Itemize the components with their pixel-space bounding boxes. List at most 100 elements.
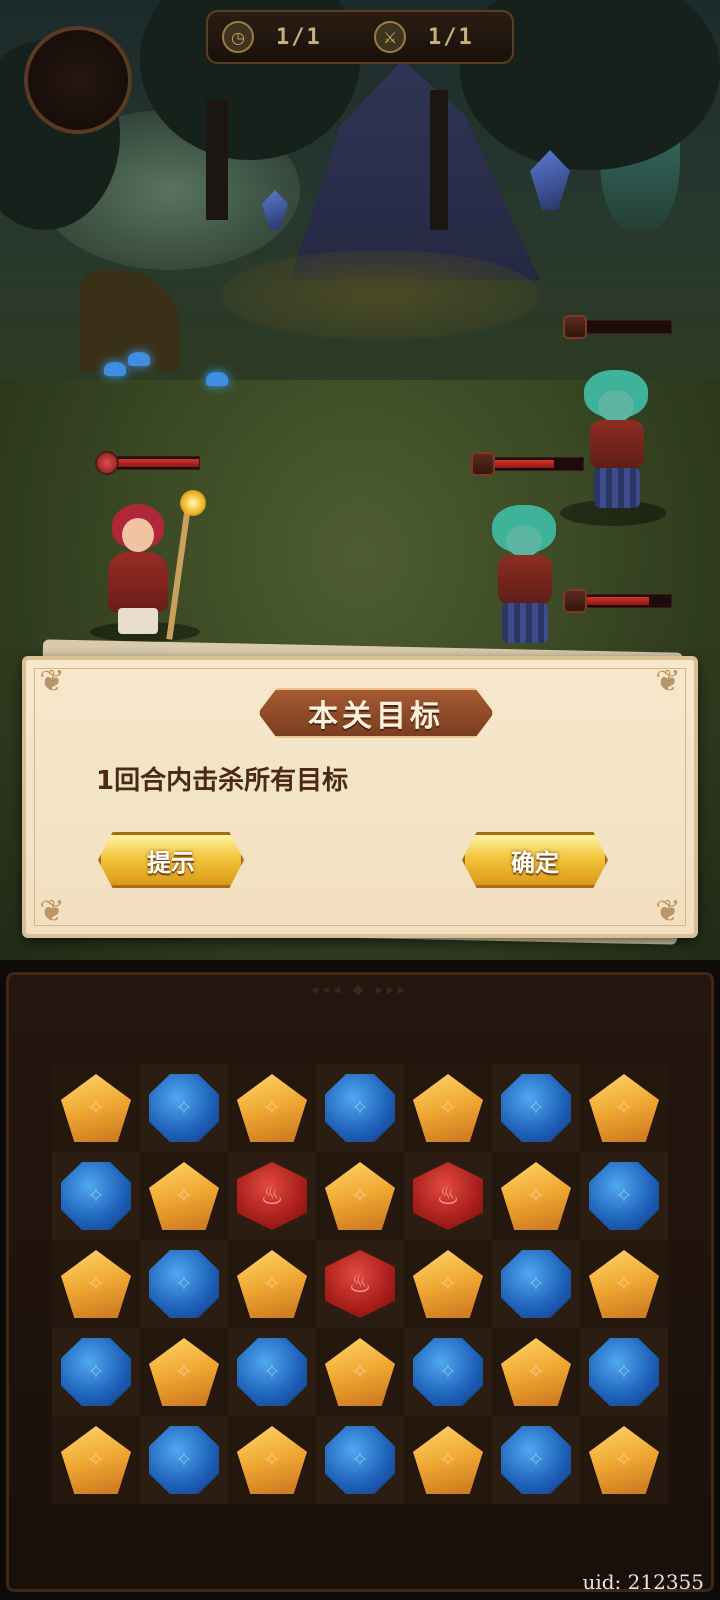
corner-ornament-icon: ❦ [655,664,681,699]
enemy-zombie[interactable] [572,370,662,510]
board-cell[interactable]: ✧ [316,1328,404,1416]
glowing-mushroom [104,362,126,376]
gold-gem[interactable]: ✧ [325,1162,395,1230]
board-cell[interactable]: ✧ [140,1416,228,1504]
board-cell[interactable]: ✧ [404,1064,492,1152]
board-cell[interactable]: ✧ [492,1416,580,1504]
crack-icon: ✧ [438,1359,458,1385]
blue-gem[interactable]: ✧ [325,1426,395,1494]
board-cell[interactable]: ✧ [52,1328,140,1416]
board-cell[interactable]: ✧ [52,1064,140,1152]
hero-hp-bar [95,451,200,475]
blue-gem[interactable]: ✧ [589,1162,659,1230]
gold-gem[interactable]: ✧ [589,1074,659,1142]
blue-gem[interactable]: ✧ [501,1250,571,1318]
enemy-hp-bar [471,452,584,476]
gold-gem[interactable]: ✧ [61,1426,131,1494]
board-cell[interactable]: ✧ [52,1240,140,1328]
board-cell[interactable]: ✧ [228,1064,316,1152]
corner-ornament-icon: ❦ [39,664,65,699]
board-cell[interactable]: ✧ [492,1152,580,1240]
gold-gem[interactable]: ✧ [237,1250,307,1318]
blue-gem[interactable]: ✧ [501,1426,571,1494]
board-cell[interactable]: ✧ [140,1152,228,1240]
gold-gem[interactable]: ✧ [413,1074,483,1142]
blue-gem[interactable]: ✧ [61,1338,131,1406]
board-cell[interactable]: ✧ [404,1240,492,1328]
board-cell[interactable]: ✧ [52,1416,140,1504]
blue-gem[interactable]: ✧ [237,1338,307,1406]
blue-gem[interactable]: ✧ [149,1074,219,1142]
gold-gem[interactable]: ✧ [501,1162,571,1230]
gold-gem[interactable]: ✧ [237,1426,307,1494]
flame-icon: ♨ [260,1181,284,1211]
hero-mage[interactable] [92,500,182,635]
forest-path [220,250,540,340]
board-cell[interactable]: ✧ [492,1328,580,1416]
gold-gem[interactable]: ✧ [61,1074,131,1142]
player-portrait-frame[interactable] [24,26,132,134]
tree-trunk [206,100,228,220]
enemy-zombie[interactable] [480,505,570,645]
enemy-hp-emblem [563,589,587,613]
hint-button-label: 提示 [147,848,195,877]
glowing-mushroom [206,372,228,386]
crack-icon: ✧ [262,1447,282,1473]
board-cell[interactable]: ♨ [316,1240,404,1328]
gold-gem[interactable]: ✧ [61,1250,131,1318]
blue-gem[interactable]: ✧ [589,1338,659,1406]
blue-gem[interactable]: ✧ [501,1074,571,1142]
board-cell[interactable]: ✧ [228,1240,316,1328]
crack-icon: ✧ [614,1095,634,1121]
red-gem[interactable]: ♨ [237,1162,307,1230]
crack-icon: ✧ [526,1095,546,1121]
gold-gem[interactable]: ✧ [237,1074,307,1142]
blue-gem[interactable]: ✧ [149,1250,219,1318]
red-gem[interactable]: ♨ [413,1162,483,1230]
board-cell[interactable]: ✧ [580,1064,668,1152]
confirm-button[interactable]: 确定 [462,832,608,888]
board-cell[interactable]: ✧ [140,1240,228,1328]
hint-button[interactable]: 提示 [98,832,244,888]
board-cell[interactable]: ✧ [404,1416,492,1504]
blue-gem[interactable]: ✧ [149,1426,219,1494]
staff-orb [180,490,206,516]
blue-gem[interactable]: ✧ [61,1162,131,1230]
blue-gem[interactable]: ✧ [325,1074,395,1142]
gold-gem[interactable]: ✧ [589,1250,659,1318]
crack-icon: ✧ [174,1183,194,1209]
board-cell[interactable]: ✧ [140,1328,228,1416]
board-cell[interactable]: ✧ [140,1064,228,1152]
board-cell[interactable]: ✧ [580,1328,668,1416]
crack-icon: ✧ [86,1095,106,1121]
board-cell[interactable]: ✧ [316,1416,404,1504]
crack-icon: ✧ [174,1271,194,1297]
board-cell[interactable]: ✧ [580,1152,668,1240]
user-id: uid: 212355 [582,1570,704,1594]
gold-gem[interactable]: ✧ [413,1250,483,1318]
red-gem[interactable]: ♨ [325,1250,395,1318]
board-cell[interactable]: ♨ [228,1152,316,1240]
gold-gem[interactable]: ✧ [149,1162,219,1230]
zombie-vest [590,420,644,470]
board-cell[interactable]: ✧ [580,1240,668,1328]
gold-gem[interactable]: ✧ [149,1338,219,1406]
board-cell[interactable]: ✧ [228,1328,316,1416]
board-cell[interactable]: ♨ [404,1152,492,1240]
board-cell[interactable]: ✧ [228,1416,316,1504]
zombie-vest [498,555,552,605]
board-cell[interactable]: ✧ [316,1152,404,1240]
blue-gem[interactable]: ✧ [413,1338,483,1406]
board-cell[interactable]: ✧ [316,1064,404,1152]
gold-gem[interactable]: ✧ [325,1338,395,1406]
board-cell[interactable]: ✧ [52,1152,140,1240]
gold-gem[interactable]: ✧ [589,1426,659,1494]
board-cell[interactable]: ✧ [404,1328,492,1416]
crack-icon: ✧ [526,1183,546,1209]
board-cell[interactable]: ✧ [492,1064,580,1152]
board-cell[interactable]: ✧ [492,1240,580,1328]
board-cell[interactable]: ✧ [580,1416,668,1504]
gold-gem[interactable]: ✧ [413,1426,483,1494]
gold-gem[interactable]: ✧ [501,1338,571,1406]
enemy-hp-bar [563,589,672,613]
